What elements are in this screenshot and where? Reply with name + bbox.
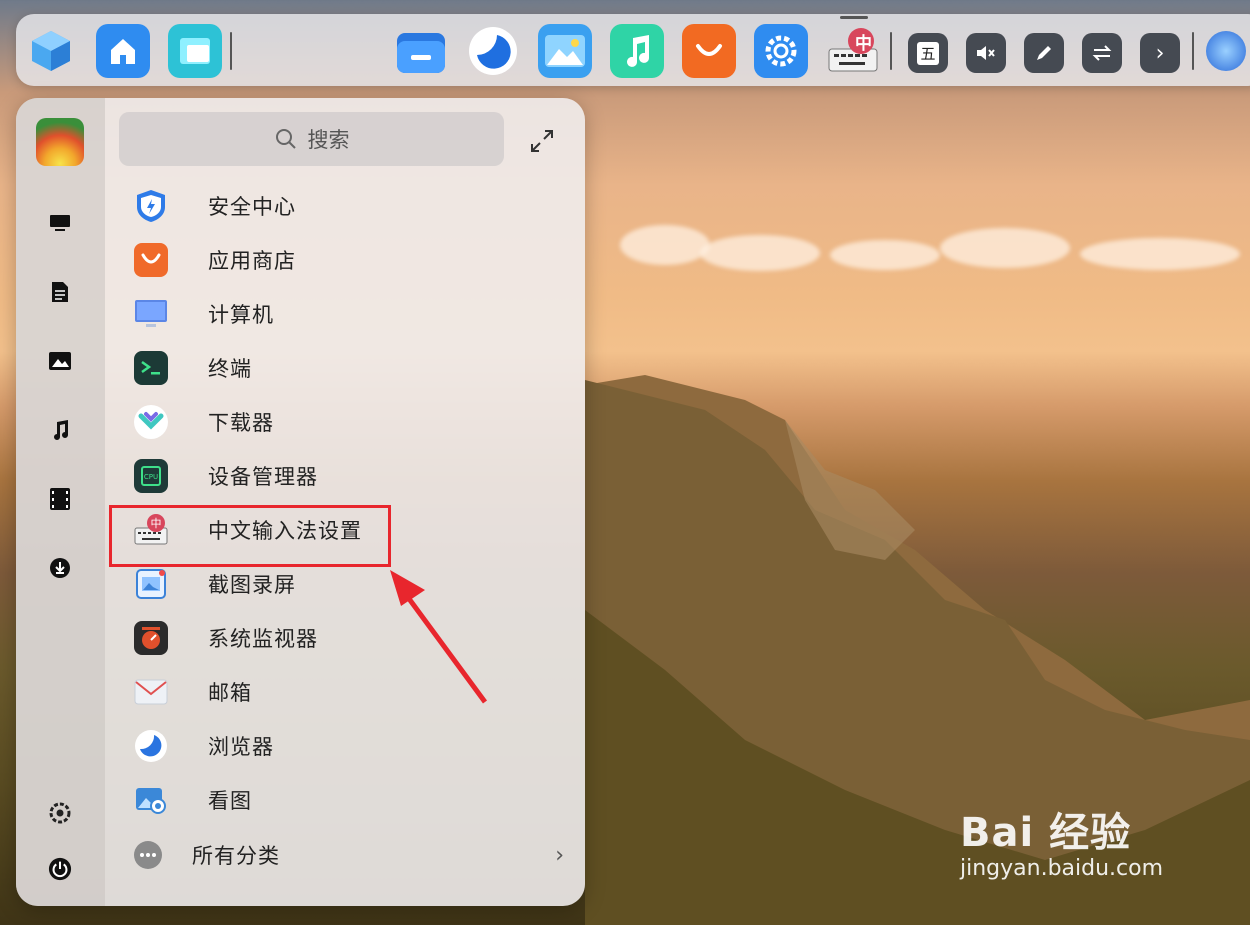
app-item-device-manager[interactable]: CPU 设备管理器 bbox=[134, 451, 574, 501]
volume-mute-icon[interactable] bbox=[966, 33, 1006, 73]
highlight-box bbox=[109, 505, 391, 567]
pointer-arrow bbox=[390, 570, 488, 704]
system-monitor-icon bbox=[134, 621, 168, 655]
chevron-right-icon: › bbox=[555, 842, 564, 868]
power-icon[interactable] bbox=[48, 857, 72, 881]
search-icon bbox=[275, 129, 296, 149]
swap-arrows-icon[interactable] bbox=[1082, 33, 1122, 73]
monitor-icon bbox=[134, 297, 168, 331]
all-categories-label: 所有分类 bbox=[192, 844, 280, 868]
file-manager-icon[interactable] bbox=[394, 24, 448, 78]
home-folder-icon[interactable] bbox=[96, 24, 150, 78]
ime-keyboard-icon[interactable]: 中 bbox=[826, 24, 880, 78]
music-note-icon[interactable] bbox=[48, 418, 72, 442]
app-label: 看图 bbox=[208, 789, 252, 813]
app-label: 应用商店 bbox=[208, 249, 296, 273]
baidu-watermark: Bai 经验 jingyan.baidu.com bbox=[960, 800, 1163, 881]
pen-icon[interactable] bbox=[1024, 33, 1064, 73]
expand-fullscreen-icon[interactable] bbox=[529, 128, 555, 154]
dock-separator bbox=[890, 32, 892, 70]
document-icon[interactable] bbox=[48, 280, 72, 304]
app-store-icon[interactable] bbox=[682, 24, 736, 78]
app-item-terminal[interactable]: 终端 bbox=[134, 343, 574, 393]
settings-icon[interactable] bbox=[48, 801, 72, 825]
search-input[interactable]: 搜索 bbox=[119, 112, 504, 166]
settings-gear-icon[interactable] bbox=[754, 24, 808, 78]
app-label: 系统监视器 bbox=[208, 627, 318, 651]
app-label: 计算机 bbox=[208, 303, 274, 327]
taskbar-dock: 中 五 › bbox=[16, 14, 1250, 86]
video-film-icon[interactable] bbox=[48, 487, 72, 511]
app-item-browser[interactable]: 浏览器 bbox=[134, 721, 574, 771]
browser-icon[interactable] bbox=[466, 24, 520, 78]
app-item-app-store[interactable]: 应用商店 bbox=[134, 235, 574, 285]
image-viewer-icon bbox=[134, 783, 168, 817]
app-item-computer[interactable]: 计算机 bbox=[134, 289, 574, 339]
store-bag-icon bbox=[134, 243, 168, 277]
user-avatar[interactable] bbox=[36, 118, 84, 166]
more-dots-icon bbox=[134, 841, 162, 869]
image-viewer-icon[interactable] bbox=[538, 24, 592, 78]
running-indicator bbox=[840, 16, 868, 19]
app-label: 邮箱 bbox=[208, 681, 252, 705]
ime-badge-label: 中 bbox=[855, 34, 872, 54]
app-label: 下载器 bbox=[208, 411, 274, 435]
picture-icon[interactable] bbox=[48, 349, 72, 373]
app-item-security-center[interactable]: 安全中心 bbox=[134, 181, 574, 231]
app-item-downloader[interactable]: 下载器 bbox=[134, 397, 574, 447]
terminal-icon bbox=[134, 351, 168, 385]
start-menu-sidebar bbox=[16, 98, 105, 906]
tray-expand-chevron-icon[interactable]: › bbox=[1140, 33, 1180, 73]
screenshot-icon bbox=[134, 567, 168, 601]
search-placeholder: 搜索 bbox=[307, 128, 350, 152]
download-circle-icon[interactable] bbox=[48, 556, 72, 580]
ime-mode-button[interactable]: 五 bbox=[908, 33, 948, 73]
dock-separator bbox=[230, 32, 232, 70]
multitask-view-icon[interactable] bbox=[168, 24, 222, 78]
cpu-icon: CPU bbox=[134, 459, 168, 493]
app-item-mail[interactable]: 邮箱 bbox=[134, 667, 574, 717]
browser-icon bbox=[134, 729, 168, 763]
mail-icon bbox=[134, 675, 168, 709]
dock-separator bbox=[1192, 32, 1194, 70]
app-label: 截图录屏 bbox=[208, 573, 296, 597]
download-icon bbox=[134, 405, 168, 439]
computer-icon[interactable] bbox=[48, 211, 72, 235]
svg-text:CPU: CPU bbox=[144, 473, 158, 481]
app-label: 浏览器 bbox=[208, 735, 274, 759]
watermark-url: jingyan.baidu.com bbox=[960, 856, 1164, 881]
shield-icon bbox=[134, 189, 168, 223]
all-categories-item[interactable]: 所有分类 › bbox=[134, 830, 564, 880]
app-item-image-viewer[interactable]: 看图 bbox=[134, 775, 574, 825]
watermark-brand: Bai 经验 bbox=[960, 810, 1132, 856]
ime-mode-label: 五 bbox=[917, 41, 939, 65]
app-label: 设备管理器 bbox=[208, 465, 318, 489]
launcher-cube-icon[interactable] bbox=[24, 24, 78, 78]
start-menu: 搜索 安全中心 应用商店 计算机 终端 下载器 CPU 设备管理器 中 中文输入… bbox=[16, 98, 585, 906]
assistant-orb-icon[interactable] bbox=[1206, 31, 1246, 71]
app-item-system-monitor[interactable]: 系统监视器 bbox=[134, 613, 574, 663]
music-icon[interactable] bbox=[610, 24, 664, 78]
app-label: 安全中心 bbox=[208, 195, 296, 219]
app-label: 终端 bbox=[208, 357, 252, 381]
